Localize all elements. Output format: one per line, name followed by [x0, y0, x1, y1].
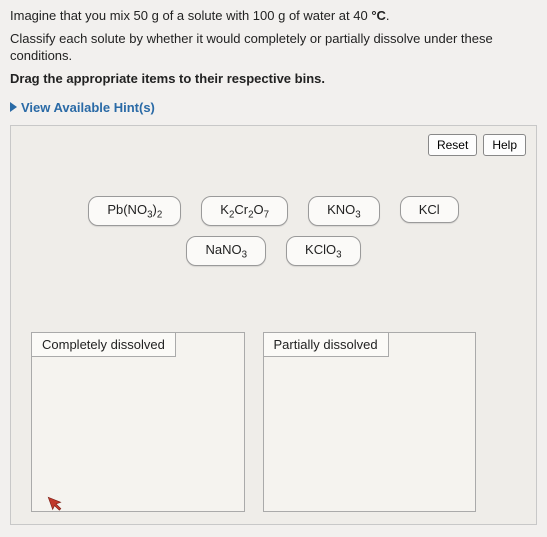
- question-line-1: Imagine that you mix 50 g of a solute wi…: [10, 8, 537, 25]
- question-line-2: Classify each solute by whether it would…: [10, 31, 537, 65]
- item-pbno32[interactable]: Pb(NO3)2: [88, 196, 181, 227]
- q1-post: .: [386, 8, 390, 23]
- item-kno3[interactable]: KNO3: [308, 196, 380, 227]
- q1-deg: °C: [371, 8, 386, 23]
- draggable-row-2: NaNO3 KClO3: [11, 236, 536, 267]
- work-area: Reset Help Pb(NO3)2 K2Cr2O7 KNO3 KCl NaNO3 K…: [10, 125, 537, 525]
- bin-completely-dissolved[interactable]: Completely dissolved: [31, 332, 245, 512]
- view-hints-link[interactable]: View Available Hint(s): [10, 100, 155, 115]
- bin-header-right: Partially dissolved: [263, 332, 389, 357]
- item-kclo3[interactable]: KClO3: [286, 236, 361, 267]
- view-hints-label: View Available Hint(s): [21, 100, 155, 115]
- bin-header-left: Completely dissolved: [31, 332, 176, 357]
- item-kcl[interactable]: KCl: [400, 196, 459, 223]
- question-line-3: Drag the appropriate items to their resp…: [10, 71, 537, 88]
- draggable-row-1: Pb(NO3)2 K2Cr2O7 KNO3 KCl: [11, 196, 536, 227]
- help-button[interactable]: Help: [483, 134, 526, 156]
- triangle-right-icon: [10, 102, 17, 112]
- bin-partially-dissolved[interactable]: Partially dissolved: [263, 332, 477, 512]
- top-button-row: Reset Help: [428, 134, 526, 156]
- reset-button[interactable]: Reset: [428, 134, 477, 156]
- q1-pre: Imagine that you mix 50 g of a solute wi…: [10, 8, 371, 23]
- item-k2cr2o7[interactable]: K2Cr2O7: [201, 196, 288, 227]
- bins-container: Completely dissolved Partially dissolved: [31, 332, 476, 512]
- item-nano3[interactable]: NaNO3: [186, 236, 266, 267]
